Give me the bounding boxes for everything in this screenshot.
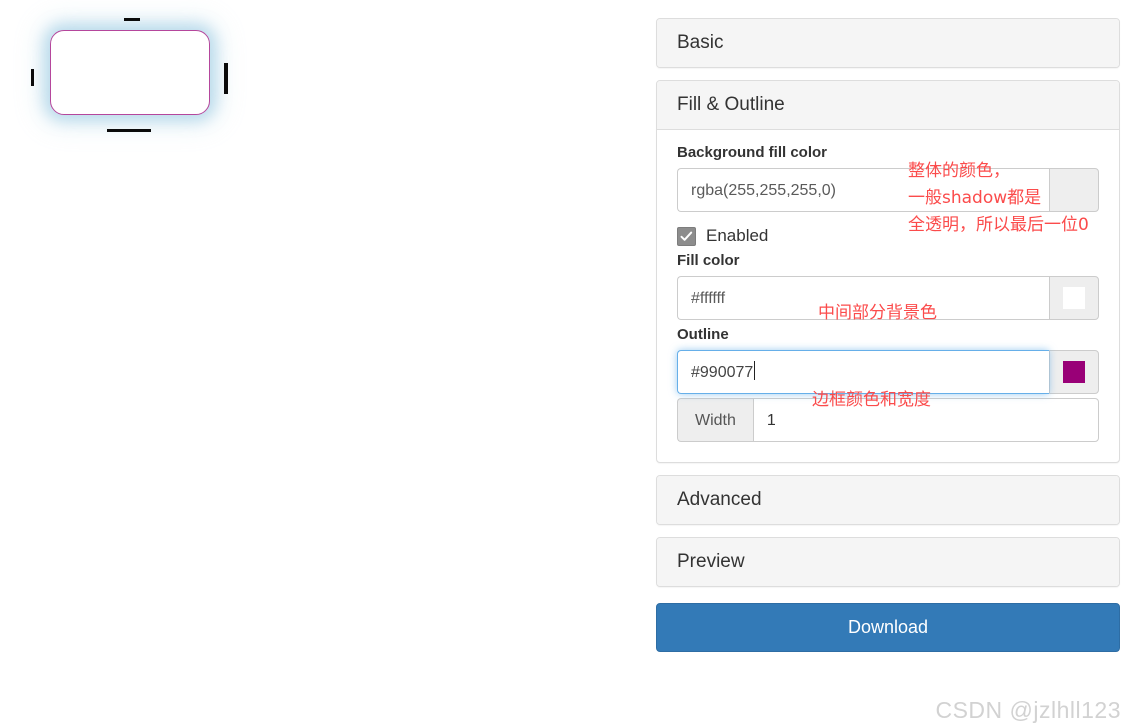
- panel-preview: Preview: [656, 537, 1120, 587]
- preview-canvas: [0, 0, 640, 620]
- panel-header-preview[interactable]: Preview: [657, 538, 1119, 586]
- fill-color-group: #ffffff: [677, 276, 1099, 320]
- panel-advanced: Advanced: [656, 475, 1120, 525]
- panel-header-basic[interactable]: Basic: [657, 19, 1119, 67]
- outline-width-input[interactable]: 1: [752, 398, 1099, 442]
- outline-width-label: Width: [677, 398, 753, 442]
- fill-color-input[interactable]: #ffffff: [677, 276, 1049, 320]
- outline-color-input[interactable]: #990077: [677, 350, 1049, 394]
- outline-label: Outline: [677, 326, 729, 343]
- panel-fill-outline: Fill & Outline Background fill color rgb…: [656, 80, 1120, 463]
- outline-width-group: Width 1: [677, 398, 1099, 442]
- csdn-watermark: CSDN @jzlhll123: [935, 697, 1121, 723]
- checkmark-icon: [680, 231, 693, 241]
- fill-color-swatch-button[interactable]: [1049, 276, 1099, 320]
- outline-color-input-value: #990077: [691, 364, 754, 381]
- outline-color-group: #990077: [677, 350, 1099, 394]
- background-fill-color-group: rgba(255,255,255,0): [677, 168, 1099, 212]
- rounded-rectangle-preview: [50, 30, 210, 115]
- handle-tick-bottom-icon: [107, 129, 151, 132]
- outline-color-swatch-button[interactable]: [1049, 350, 1099, 394]
- enabled-checkbox-label: Enabled: [706, 226, 769, 245]
- handle-tick-left-icon: [31, 69, 34, 86]
- background-fill-color-swatch-button[interactable]: [1049, 168, 1099, 212]
- panel-body-fill-outline: Background fill color rgba(255,255,255,0…: [657, 129, 1119, 462]
- outline-color-swatch: [1063, 361, 1085, 383]
- handle-tick-right-icon: [224, 63, 228, 94]
- background-fill-color-label: Background fill color: [677, 144, 828, 161]
- panel-header-advanced[interactable]: Advanced: [657, 476, 1119, 524]
- fill-color-label: Fill color: [677, 252, 740, 269]
- background-fill-color-input[interactable]: rgba(255,255,255,0): [677, 168, 1049, 212]
- download-button[interactable]: Download: [656, 603, 1120, 652]
- enabled-checkbox-row[interactable]: Enabled: [677, 226, 1099, 246]
- panel-basic: Basic: [656, 18, 1120, 68]
- handle-tick-top-icon: [124, 18, 140, 21]
- enabled-checkbox[interactable]: [677, 226, 696, 246]
- text-cursor: [754, 361, 756, 380]
- preview-stage: [28, 6, 228, 136]
- panel-header-fill-outline[interactable]: Fill & Outline: [657, 81, 1119, 129]
- fill-color-swatch: [1063, 287, 1085, 309]
- settings-column: Basic Fill & Outline Background fill col…: [656, 18, 1120, 652]
